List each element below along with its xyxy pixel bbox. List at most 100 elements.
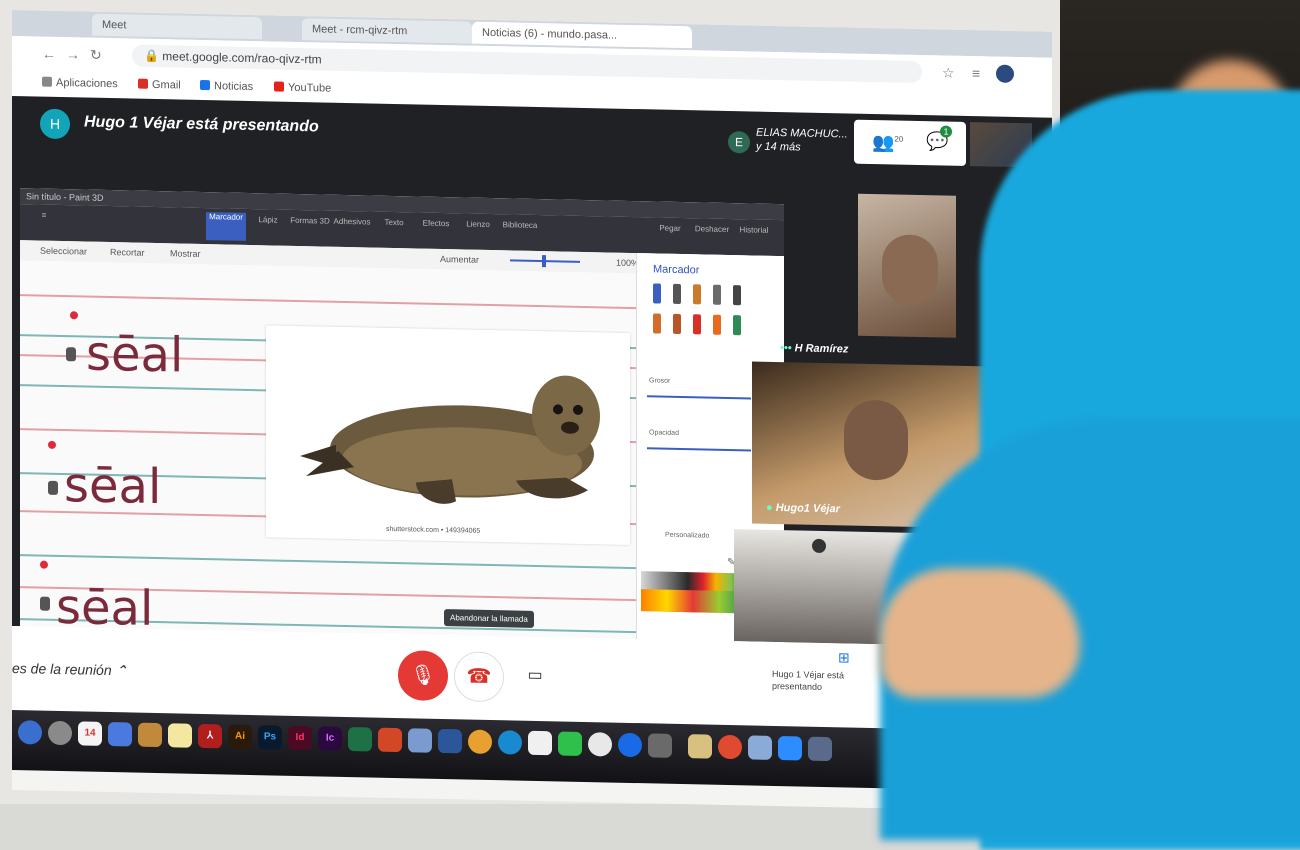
ribbon-canvas[interactable]: Lienzo: [458, 219, 498, 229]
guide-line: [20, 554, 636, 570]
seal-image: shutterstock.com • 149394065: [266, 325, 630, 545]
browser-tab-1[interactable]: Meet: [92, 13, 262, 40]
eraser-tool[interactable]: [733, 315, 741, 336]
meeting-details-button[interactable]: es de la reunión ⌃: [12, 660, 127, 679]
apps-icon: [42, 76, 52, 87]
opacity-label: Opacidad: [649, 429, 679, 437]
incopy-icon[interactable]: Ic: [318, 726, 342, 751]
present-icon[interactable]: ⊞: [838, 649, 850, 666]
system-preferences-icon[interactable]: [648, 733, 672, 758]
leave-call-button[interactable]: ☎: [454, 651, 504, 703]
chrome-icon[interactable]: [468, 729, 492, 755]
guide-line: [20, 294, 636, 310]
participant-more: y 14 más: [756, 140, 801, 154]
news-icon: [200, 79, 210, 91]
drawing-canvas[interactable]: sēal sēal sēal shutterstock.com • 149394…: [20, 260, 636, 646]
opacity-slider[interactable]: [647, 447, 751, 452]
extensions-icon[interactable]: ≡: [972, 65, 980, 81]
pen-tool[interactable]: [673, 283, 681, 305]
subbar-crop[interactable]: Recortar: [110, 247, 145, 258]
ribbon-3d-shapes[interactable]: Formas 3D: [290, 216, 330, 226]
bookmark-apps[interactable]: Aplicaciones: [42, 76, 118, 90]
acrobat-icon[interactable]: ⅄: [198, 723, 222, 749]
participant-video: [844, 399, 908, 481]
notes-icon[interactable]: [138, 722, 162, 748]
indesign-icon[interactable]: Id: [288, 725, 312, 751]
ribbon-undo[interactable]: Deshacer: [692, 224, 732, 234]
hang-up-icon: ☎: [466, 665, 492, 689]
ribbon-pencil[interactable]: Lápiz: [248, 215, 288, 225]
reload-icon[interactable]: ↻: [90, 47, 102, 64]
pencil-tool[interactable]: [713, 284, 721, 305]
ribbon-effects[interactable]: Efectos: [416, 218, 456, 229]
browser-tab-2[interactable]: Meet - rcm-qivz-rtm: [302, 18, 472, 44]
browser-tab-3[interactable]: Noticias (6) - mundo.pasa...: [472, 21, 692, 49]
subbar-show[interactable]: Mostrar: [170, 248, 201, 259]
calligraphy-tool[interactable]: [733, 285, 741, 306]
watercolor-tool[interactable]: [673, 313, 681, 335]
fill-tool[interactable]: [713, 314, 721, 335]
thickness-slider[interactable]: [647, 395, 751, 400]
oil-brush-tool[interactable]: [693, 284, 701, 305]
chevron-up-icon: ⌃: [115, 662, 128, 679]
back-icon[interactable]: ←: [42, 46, 56, 62]
ribbon-stickers[interactable]: Adhesivos: [332, 217, 372, 227]
preview-icon[interactable]: [108, 722, 132, 747]
ribbon-text[interactable]: Texto: [374, 218, 414, 228]
ribbon-menu[interactable]: ≡: [24, 210, 64, 220]
chrome-icon-2[interactable]: [718, 734, 742, 760]
youtube-icon: [274, 81, 284, 92]
photos-icon[interactable]: [408, 728, 432, 753]
color-palette-row[interactable]: [641, 589, 745, 614]
calendar-icon[interactable]: 14: [78, 721, 102, 746]
participant-tile-1[interactable]: [858, 193, 956, 338]
forward-icon[interactable]: →: [66, 46, 80, 62]
participant-video: [812, 538, 826, 554]
ribbon-library[interactable]: Biblioteca: [500, 220, 540, 230]
ribbon-marker[interactable]: Marcador: [206, 212, 246, 241]
launchpad-icon[interactable]: [48, 720, 72, 746]
messages-icon[interactable]: [558, 731, 582, 756]
participant-label-1: H Ramírez: [794, 342, 849, 356]
bookmark-youtube[interactable]: YouTube: [274, 81, 331, 95]
bookmark-gmail[interactable]: Gmail: [138, 78, 181, 92]
excel-icon[interactable]: [348, 727, 372, 752]
finder-icon[interactable]: [18, 720, 42, 745]
ribbon-paste[interactable]: Pegar: [650, 223, 690, 233]
crayon-tool[interactable]: [653, 313, 661, 334]
folder-icon[interactable]: [688, 734, 712, 759]
photoshop-icon[interactable]: Ps: [258, 725, 282, 750]
marker-tool[interactable]: [653, 283, 661, 304]
illustrator-icon[interactable]: Ai: [228, 724, 252, 750]
trash-icon[interactable]: [808, 736, 832, 762]
zoom-icon[interactable]: [778, 736, 802, 761]
zoom-slider-handle[interactable]: [542, 255, 546, 268]
people-count: 20: [894, 134, 904, 144]
safari-icon[interactable]: [498, 730, 522, 755]
powerpoint-icon[interactable]: [378, 727, 402, 753]
bookmark-news[interactable]: Noticias: [200, 79, 254, 94]
participant-avatar: E: [728, 130, 750, 154]
image-capture-icon[interactable]: [748, 735, 772, 760]
camera-button[interactable]: ▭: [520, 661, 550, 692]
participants-preview[interactable]: ELIAS MACHUC... y 14 más: [756, 126, 848, 156]
photo-frame: Meet Meet - rcm-qivz-rtm Noticias (6) - …: [0, 0, 1300, 850]
subbar-zoom[interactable]: Aumentar: [440, 254, 479, 265]
stickies-icon[interactable]: [168, 723, 192, 748]
marker-stroke: [40, 596, 50, 611]
people-icon[interactable]: 👥20: [872, 132, 903, 154]
audio-indicator-icon: ●: [766, 501, 776, 514]
spray-tool[interactable]: [693, 314, 701, 335]
bookmark-news-label: Noticias: [214, 80, 254, 94]
word-icon[interactable]: [438, 728, 462, 754]
star-icon[interactable]: ☆: [942, 64, 955, 81]
mic-off-icon: 🎙: [410, 664, 436, 687]
subbar-select[interactable]: Seleccionar: [40, 246, 87, 257]
ribbon-history[interactable]: Historial: [734, 225, 774, 235]
profile-avatar[interactable]: [996, 64, 1014, 83]
participant-label-2: Hugo1 Véjar: [775, 501, 840, 516]
music-icon[interactable]: [588, 732, 612, 757]
appstore-icon[interactable]: [618, 732, 642, 758]
mic-off-button[interactable]: 🎙: [398, 650, 448, 702]
textedit-icon[interactable]: [528, 730, 552, 756]
